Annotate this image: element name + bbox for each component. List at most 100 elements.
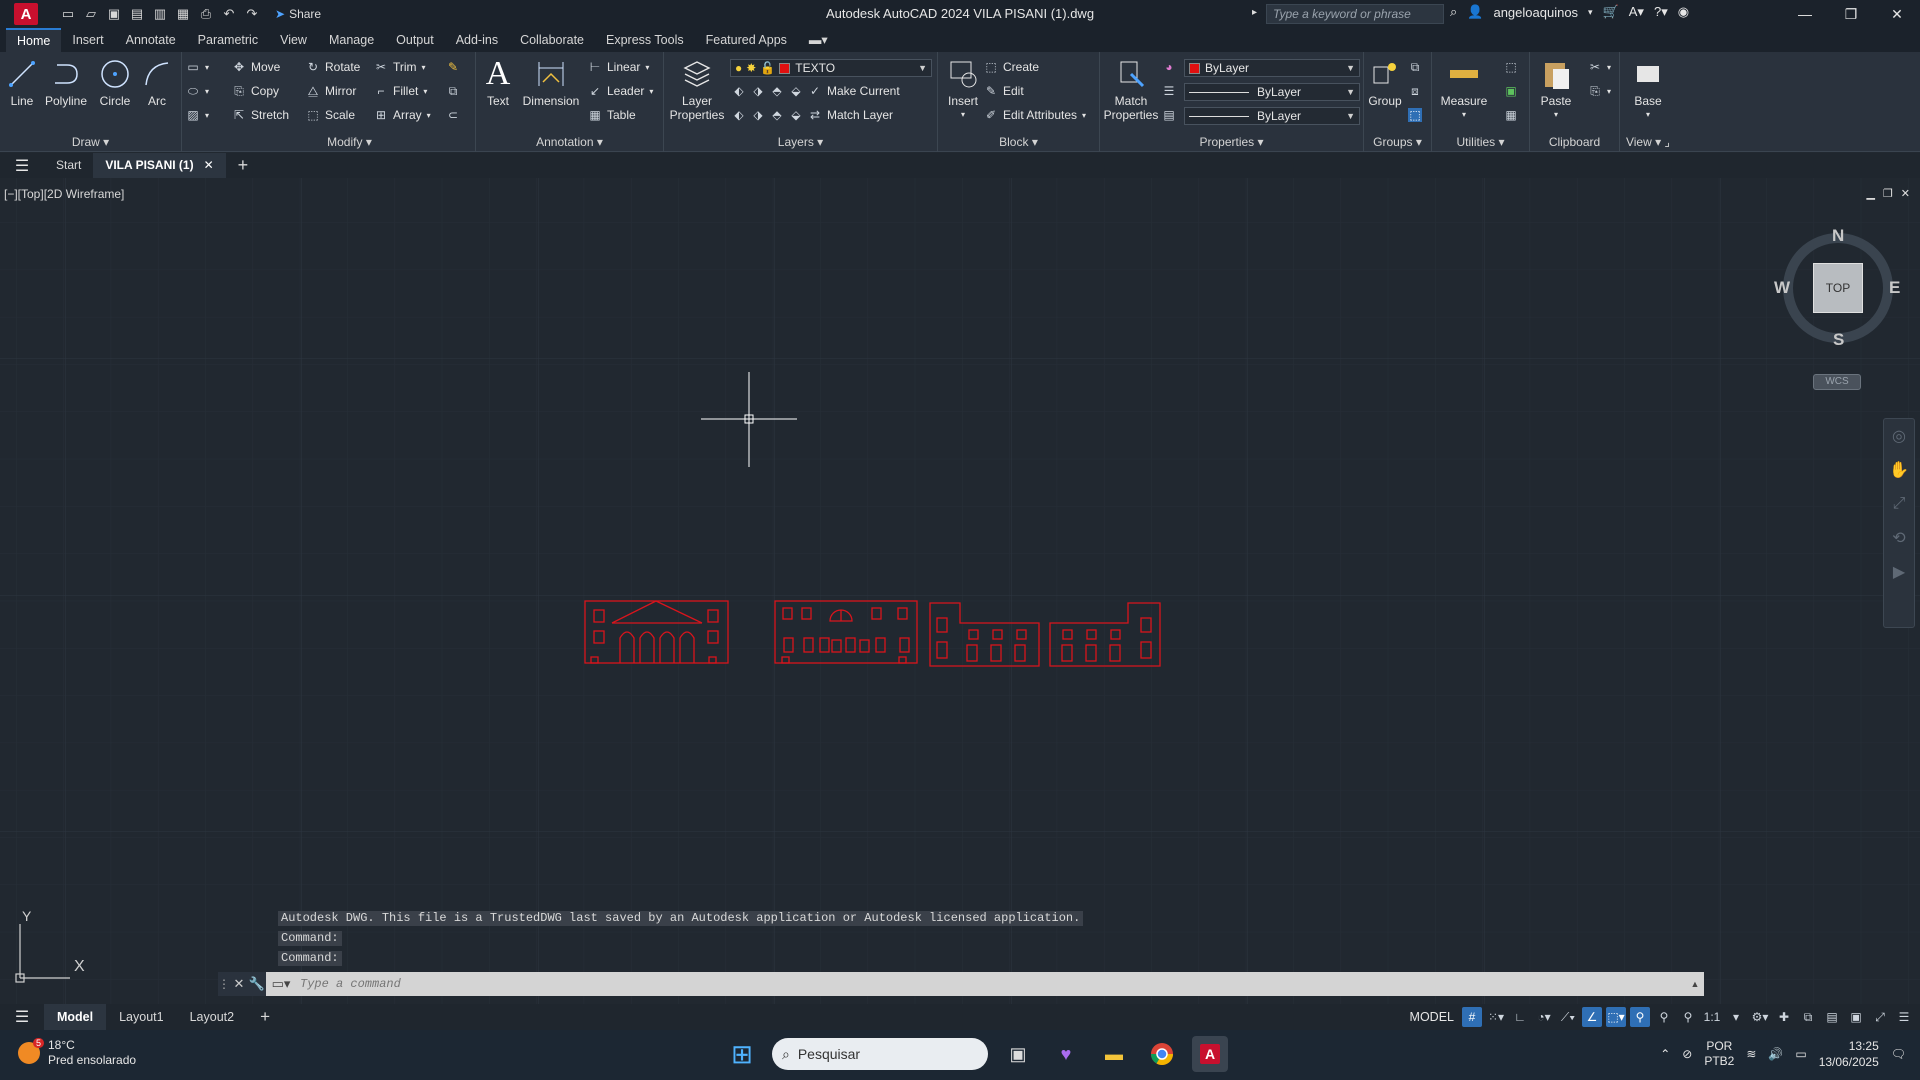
array-button[interactable]: ⊞ Array ▾ bbox=[374, 108, 431, 122]
explode-icon[interactable]: ⧉ bbox=[446, 84, 460, 98]
clipboard-panel-title[interactable]: Clipboard bbox=[1530, 135, 1619, 149]
weather-widget[interactable]: 5 18°C Pred ensolarado bbox=[18, 1038, 136, 1068]
layer-lock-icon[interactable]: ⬙ bbox=[789, 84, 803, 98]
close-command-line-icon[interactable]: ✕ bbox=[230, 972, 248, 996]
polar-icon[interactable]: ◔▾ bbox=[1534, 1007, 1554, 1027]
user-icon[interactable]: 👤 bbox=[1467, 4, 1483, 20]
measure-button[interactable]: Measure ▾ bbox=[1436, 56, 1492, 122]
linetype-dropdown[interactable]: ByLayer ▼ bbox=[1184, 107, 1360, 125]
recent-commands-icon[interactable]: ▭▾ bbox=[266, 976, 296, 992]
layer-thaw-icon[interactable]: ⬘ bbox=[770, 108, 784, 122]
text-button[interactable]: A Text bbox=[480, 56, 516, 109]
group-select-icon[interactable]: ⬚ bbox=[1408, 108, 1422, 122]
trim-button[interactable]: ✂ Trim ▾ bbox=[374, 60, 426, 74]
scale-button[interactable]: ⬚ Scale bbox=[306, 108, 355, 122]
cut-icon[interactable]: ✂ ▾ bbox=[1588, 60, 1611, 74]
snap-icon[interactable]: ⁙▾ bbox=[1486, 1007, 1506, 1027]
clock[interactable]: 13:25 13/06/2025 bbox=[1819, 1038, 1879, 1070]
tab-collaborate[interactable]: Collaborate bbox=[509, 28, 595, 52]
layer-off-icon[interactable]: ⬖ bbox=[732, 84, 746, 98]
tab-manage[interactable]: Manage bbox=[318, 28, 385, 52]
layer-isolate-icon[interactable]: ⬗ bbox=[751, 84, 765, 98]
layer-unlock-icon[interactable]: ⬙ bbox=[789, 108, 803, 122]
search-icon[interactable]: ⌕ bbox=[1450, 4, 1457, 20]
viewcube[interactable]: TOP N S W E bbox=[1774, 226, 1900, 350]
view-panel-title[interactable]: View ▾ ⌟ bbox=[1620, 135, 1676, 149]
compass-north[interactable]: N bbox=[1832, 226, 1844, 246]
cart-icon[interactable]: 🛒 bbox=[1603, 4, 1619, 20]
wcs-menu[interactable]: WCS bbox=[1813, 374, 1861, 390]
rectangle-tool-icon[interactable]: ▭ ▾ bbox=[186, 60, 209, 74]
feedback-icon[interactable]: ◉ bbox=[1678, 4, 1689, 20]
tab-start[interactable]: Start bbox=[44, 153, 93, 178]
minimize-icon[interactable]: — bbox=[1782, 0, 1828, 28]
fillet-button[interactable]: ⌐ Fillet ▾ bbox=[374, 84, 427, 98]
chevron-down-icon[interactable]: ▾ bbox=[1588, 7, 1593, 18]
mirror-button[interactable]: ⧋ Mirror bbox=[306, 84, 357, 99]
tab-output[interactable]: Output bbox=[385, 28, 445, 52]
edit-block-button[interactable]: ✎ Edit bbox=[984, 84, 1024, 98]
groups-panel-title[interactable]: Groups ▾ bbox=[1364, 135, 1431, 149]
command-history-toggle-icon[interactable]: ▲ bbox=[1686, 979, 1704, 989]
pan-icon[interactable]: ✋ bbox=[1884, 453, 1914, 487]
model-space-button[interactable]: MODEL bbox=[1406, 1010, 1458, 1024]
zoom-extents-icon[interactable]: ⤢ bbox=[1884, 487, 1914, 521]
lineweight-icon[interactable]: ☰ bbox=[1162, 84, 1176, 98]
task-view-icon[interactable]: ▣ bbox=[1000, 1036, 1036, 1072]
dimension-button[interactable]: Dimension bbox=[520, 56, 582, 108]
restore-icon[interactable]: ❐ bbox=[1828, 0, 1874, 28]
copy-clip-icon[interactable]: ⎘ ▾ bbox=[1588, 84, 1611, 98]
linetype-icon[interactable]: ▤ bbox=[1162, 108, 1176, 122]
circle-button[interactable]: Circle bbox=[94, 56, 136, 108]
make-current-button[interactable]: ✓ Make Current bbox=[808, 84, 900, 98]
volume-icon[interactable]: 🔊 bbox=[1768, 1047, 1783, 1061]
group-button[interactable]: Group bbox=[1366, 56, 1404, 108]
ortho-icon[interactable]: ∟ bbox=[1510, 1007, 1530, 1027]
viewcube-top-face[interactable]: TOP bbox=[1813, 263, 1863, 313]
color-wheel-icon[interactable]: ◕ bbox=[1162, 60, 1176, 74]
save-as-icon[interactable]: ▤ bbox=[129, 6, 145, 22]
layer-unisolate-icon[interactable]: ⬗ bbox=[751, 108, 765, 122]
compass-south[interactable]: S bbox=[1833, 330, 1844, 350]
meet-now-icon[interactable]: ⊘ bbox=[1682, 1047, 1692, 1061]
tab-document[interactable]: VILA PISANI (1) ✕ bbox=[93, 153, 226, 178]
customize-wrench-icon[interactable]: 🔧 bbox=[248, 972, 266, 996]
drawing-canvas[interactable]: [−][Top][2D Wireframe] ▁ ❐ ✕ Y X TOP N S… bbox=[0, 178, 1920, 1006]
annotation-visibility-icon[interactable]: ⚲ bbox=[1630, 1007, 1650, 1027]
block-panel-title[interactable]: Block ▾ bbox=[938, 135, 1099, 149]
drag-handle-icon[interactable]: ⋮ bbox=[218, 972, 230, 996]
copy-button[interactable]: ⎘ Copy bbox=[232, 84, 279, 99]
properties-panel-title[interactable]: Properties ▾ bbox=[1100, 135, 1363, 149]
language-indicator[interactable]: POR PTB2 bbox=[1704, 1039, 1734, 1069]
grid-icon[interactable]: # bbox=[1462, 1007, 1482, 1027]
visual-studio-icon[interactable]: ♥ bbox=[1048, 1036, 1084, 1072]
autocad-logo-button[interactable]: A bbox=[14, 3, 38, 25]
tab-insert[interactable]: Insert bbox=[61, 28, 114, 52]
customize-menu-icon[interactable]: ☰ bbox=[1894, 1007, 1914, 1027]
layer-properties-button[interactable]: Layer Properties bbox=[668, 56, 726, 122]
layer-on-icon[interactable]: ⬖ bbox=[732, 108, 746, 122]
offset-icon[interactable]: ⊂ bbox=[446, 108, 460, 122]
command-input[interactable] bbox=[296, 973, 1686, 995]
search-input[interactable]: Type a keyword or phrase bbox=[1266, 4, 1444, 24]
new-file-icon[interactable]: ▭ bbox=[60, 6, 76, 22]
layers-panel-title[interactable]: Layers ▾ bbox=[664, 135, 937, 149]
line-button[interactable]: Line bbox=[4, 56, 40, 108]
chrome-icon[interactable] bbox=[1144, 1036, 1180, 1072]
match-layer-button[interactable]: ⇄ Match Layer bbox=[808, 108, 893, 122]
auto-scale-icon[interactable]: ⚲ bbox=[1654, 1007, 1674, 1027]
paste-button[interactable]: Paste ▾ bbox=[1534, 56, 1578, 122]
base-button[interactable]: Base ▾ bbox=[1628, 56, 1668, 122]
compass-west[interactable]: W bbox=[1774, 278, 1790, 298]
layer-dropdown[interactable]: ● ✸ 🔓 TEXTO ▼ bbox=[730, 59, 932, 77]
tab-view[interactable]: View bbox=[269, 28, 318, 52]
annotation-scale-icon[interactable]: ⚲ bbox=[1678, 1007, 1698, 1027]
object-snap-icon[interactable]: ⬚▾ bbox=[1606, 1007, 1626, 1027]
calculator-icon[interactable]: ▦ bbox=[1504, 108, 1518, 122]
layout-menu-icon[interactable]: ☰ bbox=[0, 1007, 44, 1027]
scale-dropdown[interactable]: 1:1 bbox=[1702, 1007, 1722, 1027]
notifications-icon[interactable]: 🗨 bbox=[1891, 1047, 1906, 1061]
chevron-down-icon[interactable]: ▾ bbox=[1726, 1007, 1746, 1027]
open-web-icon[interactable]: ▥ bbox=[152, 6, 168, 22]
object-snap-tracking-icon[interactable]: ∠ bbox=[1582, 1007, 1602, 1027]
